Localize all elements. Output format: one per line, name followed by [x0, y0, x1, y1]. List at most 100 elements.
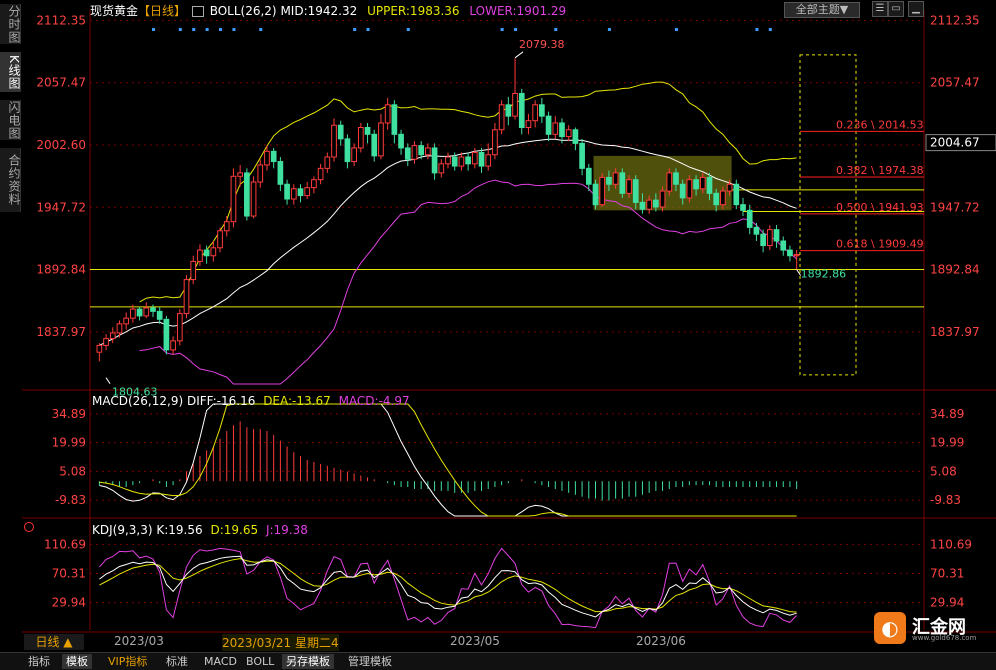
- tab-lightning[interactable]: 闪电图: [0, 100, 21, 140]
- kdj-marker-icon: [24, 522, 34, 532]
- bb-template[interactable]: 模板: [62, 654, 92, 669]
- tab-contract-info[interactable]: 合约资料: [0, 148, 21, 212]
- candle-body: [458, 156, 465, 167]
- price-tick-right: 1892.84: [930, 263, 980, 277]
- candle-body: [163, 318, 170, 351]
- event-marker: [607, 28, 611, 31]
- candle-body: [565, 129, 572, 138]
- candle-body: [612, 172, 619, 185]
- price-tick-left: 2057.47: [36, 76, 86, 90]
- bb-save-template[interactable]: 另存模板: [282, 654, 334, 669]
- macd-header: MACD(26,12,9) DIFF:-16.16 DEA:-13.67 MAC…: [92, 394, 410, 408]
- price-tick-left: 1837.97: [36, 325, 86, 339]
- date-label-1: 2023/03: [114, 634, 164, 648]
- candle-body: [780, 240, 787, 251]
- bb-indicator[interactable]: 指标: [24, 654, 54, 669]
- candle-body: [733, 183, 740, 206]
- event-marker: [192, 28, 196, 31]
- event-marker: [205, 28, 209, 31]
- candle-body: [465, 156, 471, 165]
- candle-body: [425, 147, 431, 156]
- date-label-2: 2023/05: [450, 634, 500, 648]
- candle-body: [793, 254, 800, 257]
- macd-diff-line: [99, 403, 797, 517]
- candle-body: [357, 126, 364, 149]
- event-marker: [151, 28, 155, 31]
- candle-body: [726, 183, 733, 192]
- last-price-label: 2004.67: [930, 136, 980, 150]
- candle-body: [632, 179, 639, 203]
- candle-body: [217, 230, 223, 249]
- event-marker: [353, 28, 357, 31]
- macd-value: MACD:-4.97: [338, 394, 410, 408]
- price-tick-left: 2002.60: [36, 138, 86, 152]
- macd-tick-left: 34.89: [52, 407, 86, 421]
- candle-body: [250, 181, 257, 217]
- event-marker: [500, 28, 504, 31]
- boll-label: BOLL(26,2): [209, 4, 277, 18]
- candle-body: [619, 172, 626, 194]
- recent-low-annotation-label: 1892.86: [801, 268, 847, 281]
- boll-lower: LOWER:1901.29: [469, 4, 567, 18]
- candle-body: [116, 323, 123, 334]
- bb-standard[interactable]: 标准: [162, 654, 192, 669]
- candle-body: [492, 129, 498, 156]
- candle-body: [96, 344, 103, 353]
- candle-body: [277, 161, 284, 185]
- bb-macd[interactable]: MACD: [200, 654, 241, 669]
- fib-level-label: 0.236 \ 2014.53: [836, 118, 924, 131]
- candle-body: [639, 201, 646, 210]
- candle-body: [760, 233, 766, 247]
- tab-timeshare[interactable]: 分时图: [0, 4, 21, 44]
- macd-tick-right: -9.83: [930, 493, 961, 507]
- candle-body: [290, 188, 297, 200]
- event-marker: [768, 28, 772, 31]
- candle-body: [264, 150, 270, 166]
- candle-body: [746, 209, 753, 228]
- candle-body: [498, 104, 505, 131]
- candle-body: [646, 199, 652, 210]
- symbol-name: 现货黄金: [90, 4, 139, 18]
- candle-body: [552, 122, 559, 135]
- candle-body: [237, 172, 243, 177]
- low-pointer: [105, 377, 111, 384]
- window-icon[interactable]: ▭: [888, 1, 904, 17]
- list-icon[interactable]: ☰: [872, 1, 888, 17]
- tab-kline[interactable]: K线图: [0, 52, 21, 92]
- candle-body: [773, 229, 780, 242]
- candle-body: [693, 179, 699, 190]
- candle-body: [740, 204, 746, 211]
- candle-body: [626, 179, 632, 194]
- price-tick-right: 2112.35: [930, 13, 980, 27]
- period-toggle-button[interactable]: 日线 ▲: [24, 634, 84, 650]
- fib-level-label: 0.382 \ 1974.38: [836, 164, 924, 177]
- chart-canvas: 2112.352112.352057.472057.472002.602002.…: [22, 10, 996, 633]
- candle-body: [284, 183, 290, 200]
- cursor-date-extra: 4: [330, 636, 339, 650]
- candle-body: [445, 156, 451, 165]
- event-marker: [232, 28, 236, 31]
- candle-body: [244, 172, 250, 217]
- bb-boll[interactable]: BOLL: [242, 654, 278, 669]
- candle-body: [485, 154, 492, 167]
- macd-tick-left: -9.83: [55, 493, 86, 507]
- fib-frame: [799, 54, 857, 376]
- candle-body: [109, 332, 116, 340]
- candle-body: [103, 338, 109, 346]
- candle-body: [766, 229, 773, 247]
- candle-body: [438, 163, 445, 174]
- kdj-header: KDJ(9,3,3) K:19.56 D:19.65 J:19.38: [92, 523, 308, 537]
- bb-manage-template[interactable]: 管理模板: [344, 654, 396, 669]
- settings-icon[interactable]: [191, 6, 204, 17]
- minimize-icon[interactable]: ▁: [908, 1, 924, 17]
- gold678-logo: ◐ 汇金网 www.gold678.com: [874, 612, 984, 644]
- candle-body: [170, 340, 176, 351]
- bottom-toolbar: 指标 模板 VIP指标 标准 MACD BOLL 另存模板 管理模板: [0, 652, 996, 670]
- candle-body: [478, 151, 485, 167]
- boll-lower-line: [139, 179, 797, 385]
- theme-select[interactable]: 全部主题▼: [784, 2, 860, 18]
- candle-body: [686, 179, 693, 199]
- candle-body: [673, 172, 679, 185]
- logo-url: www.gold678.com: [912, 634, 977, 642]
- bb-vip-indicator[interactable]: VIP指标: [104, 654, 151, 669]
